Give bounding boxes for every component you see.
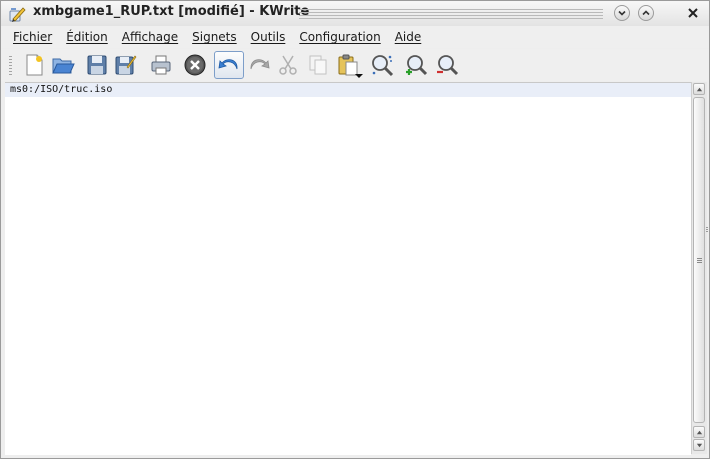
scissors-icon xyxy=(279,55,297,75)
menu-edition[interactable]: Édition xyxy=(59,26,115,48)
printer-icon xyxy=(151,55,171,75)
undo-icon xyxy=(218,59,238,70)
chevron-down-icon xyxy=(618,10,626,16)
menu-bar: Fichier Édition Affichage Signets Outils… xyxy=(1,26,709,48)
chevron-up-icon xyxy=(642,10,650,16)
close-circle-icon xyxy=(184,54,206,76)
window-title: xmbgame1_RUP.txt [modifié] - KWrite xyxy=(33,4,310,19)
minimize-button[interactable] xyxy=(614,5,630,21)
close-icon xyxy=(688,8,698,18)
close-button[interactable] xyxy=(685,5,701,21)
find-icon xyxy=(372,55,394,77)
main-toolbar xyxy=(1,49,709,81)
maximize-button[interactable] xyxy=(638,5,654,21)
chevron-down-icon xyxy=(696,443,702,447)
cut-button[interactable] xyxy=(273,51,303,79)
editor-line-1[interactable]: ms0:/ISO/truc.iso xyxy=(10,83,112,97)
menu-aide[interactable]: Aide xyxy=(388,26,429,48)
menu-configuration[interactable]: Configuration xyxy=(292,26,387,48)
chevron-up-icon xyxy=(696,430,702,434)
save-button[interactable] xyxy=(82,51,112,79)
menu-affichage[interactable]: Affichage xyxy=(115,26,185,48)
find-button[interactable] xyxy=(367,51,397,79)
close-document-button[interactable] xyxy=(180,51,210,79)
menu-fichier[interactable]: Fichier xyxy=(1,26,59,48)
scrollbar-grip xyxy=(697,258,702,264)
vertical-scrollbar[interactable] xyxy=(691,82,707,454)
kwrite-pen-icon[interactable] xyxy=(8,5,26,23)
copy-icon xyxy=(309,55,327,75)
scroll-down-button[interactable] xyxy=(693,439,705,451)
open-folder-icon xyxy=(52,58,75,74)
toolbar-grip[interactable] xyxy=(9,56,12,76)
scroll-up-button[interactable] xyxy=(693,83,705,95)
chevron-up-icon xyxy=(696,87,702,91)
redo-icon xyxy=(250,59,270,70)
zoom-out-icon xyxy=(437,55,459,76)
zoom-in-button[interactable] xyxy=(401,51,431,79)
open-document-button[interactable] xyxy=(48,51,78,79)
kwrite-window: xmbgame1_RUP.txt [modifié] - KWrite Fich… xyxy=(0,0,710,459)
save-as-icon xyxy=(115,55,137,75)
title-decoration xyxy=(299,9,603,20)
text-editor[interactable]: ms0:/ISO/truc.iso xyxy=(5,82,691,455)
menu-outils[interactable]: Outils xyxy=(244,26,293,48)
print-button[interactable] xyxy=(146,51,176,79)
copy-button[interactable] xyxy=(303,51,333,79)
scroll-up-bottom-button[interactable] xyxy=(693,426,705,438)
save-icon xyxy=(87,55,107,75)
undo-button[interactable] xyxy=(214,51,244,79)
title-bar[interactable]: xmbgame1_RUP.txt [modifié] - KWrite xyxy=(1,1,709,26)
window-resize-grip[interactable] xyxy=(706,227,708,233)
save-as-button[interactable] xyxy=(110,51,140,79)
zoom-in-icon xyxy=(406,55,428,76)
new-document-button[interactable] xyxy=(19,51,49,79)
paste-dropdown-arrow[interactable] xyxy=(355,74,363,78)
menu-signets[interactable]: Signets xyxy=(185,26,244,48)
scrollbar-thumb[interactable] xyxy=(693,97,705,423)
new-document-icon xyxy=(26,54,43,76)
zoom-out-button[interactable] xyxy=(432,51,462,79)
redo-button[interactable] xyxy=(244,51,274,79)
